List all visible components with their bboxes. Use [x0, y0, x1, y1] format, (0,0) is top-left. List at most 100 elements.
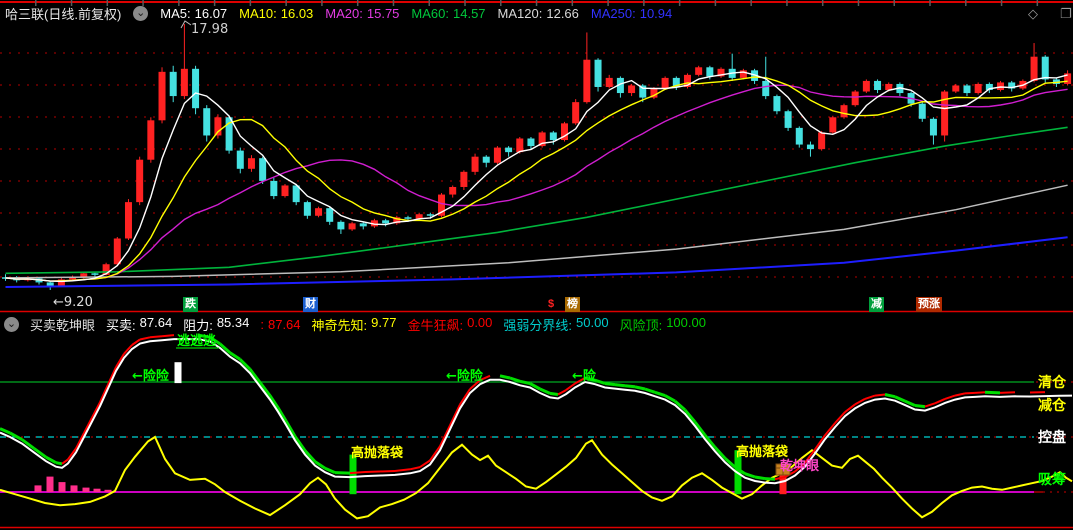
- candle: [359, 223, 367, 227]
- candle: [124, 202, 132, 239]
- trading-app-window: 17.98 ←9.20 逃逃逃 ←险险 ←险险 ←险 高抛落袋 高抛落袋 乾坤眼 清仓 减仓 控盘 吸筹…: [0, 0, 1073, 530]
- svg-text:高抛落袋: 高抛落袋: [736, 444, 789, 460]
- candle: [303, 202, 311, 216]
- candle: [628, 85, 636, 94]
- candle: [337, 221, 345, 230]
- candle: [169, 71, 177, 97]
- magic-prophet-value: 神奇先知: 9.77: [311, 315, 397, 333]
- candle: [482, 156, 490, 163]
- collapse-panel-icon[interactable]: ⌄: [133, 6, 149, 21]
- candle: [315, 208, 323, 216]
- tag-dollar[interactable]: $: [546, 297, 556, 312]
- svg-text:17.98: 17.98: [191, 22, 228, 37]
- resistance-value: 阻力: 85.34: [183, 315, 250, 333]
- collapse-indicator-icon[interactable]: ⌄: [4, 317, 19, 332]
- histogram-bar: [58, 482, 66, 492]
- ma60-value: MA60: 14.57: [411, 6, 486, 21]
- candle: [952, 85, 960, 92]
- candle: [136, 159, 144, 203]
- candle: [471, 156, 479, 172]
- stock-title: 哈三联(日线.前复权): [5, 7, 122, 22]
- diamond-icon[interactable]: ◇: [1028, 6, 1038, 22]
- candle: [862, 80, 870, 92]
- candle: [449, 186, 457, 195]
- candle: [695, 67, 703, 75]
- svg-text:清仓: 清仓: [1038, 374, 1067, 391]
- svg-text:乾坤眼: 乾坤眼: [780, 458, 820, 474]
- candle: [270, 180, 278, 197]
- signal-bar: [174, 362, 182, 384]
- candle: [404, 217, 412, 219]
- candle: [516, 138, 524, 153]
- candle: [505, 147, 513, 153]
- candle: [874, 80, 882, 91]
- candle: [460, 171, 468, 187]
- candle: [773, 96, 781, 112]
- candle: [806, 144, 814, 150]
- candle: [941, 91, 949, 136]
- candle: [147, 120, 155, 160]
- candle: [974, 83, 982, 94]
- buysell-line: [0, 338, 1073, 485]
- tag-rank[interactable]: 榜: [565, 297, 580, 312]
- strength-divider-value: 强弱分界线: 50.00: [503, 315, 609, 333]
- candle: [247, 158, 255, 169]
- candle: [259, 158, 267, 181]
- histogram-bar: [104, 489, 112, 492]
- candle: [91, 273, 99, 275]
- candle: [605, 77, 613, 87]
- candle: [203, 108, 211, 136]
- candle: [1030, 56, 1038, 81]
- candle: [706, 67, 714, 77]
- candle: [583, 59, 591, 103]
- candle: [326, 208, 334, 222]
- tag-forecast-rise[interactable]: 预涨: [916, 297, 942, 312]
- candle: [426, 214, 434, 216]
- tag-finance[interactable]: 财: [303, 297, 318, 312]
- candle: [851, 91, 859, 106]
- ma20-value: MA20: 15.75: [325, 6, 400, 21]
- candle: [281, 185, 289, 197]
- ma5-value: MA5: 16.07: [160, 6, 228, 21]
- buy-sell-value: 买卖: 87.64: [106, 315, 173, 333]
- svg-text:逃逃逃: 逃逃逃: [177, 333, 217, 349]
- golden-bull-value: 金牛狂飙: 0.00: [407, 315, 493, 333]
- prophet-line: [0, 435, 1073, 520]
- indicator-panel-header: ⌄ 买卖乾坤眼 买卖: 87.64 阻力: 85.34 :87.64 神奇先知: 9.…: [4, 315, 706, 334]
- svg-text:高抛落袋: 高抛落袋: [351, 445, 404, 461]
- candle: [236, 150, 244, 169]
- ma-line-ma120: [5, 184, 1068, 279]
- risk-top-value: 风险顶: 100.00: [619, 315, 706, 333]
- histogram-bar: [82, 487, 90, 492]
- current-red-value: :87.64: [260, 317, 301, 332]
- ma250-value: MA250: 10.94: [590, 6, 673, 21]
- candle: [113, 238, 121, 265]
- tag-reduce[interactable]: 减: [869, 297, 884, 312]
- event-tag-band: 跌 财 $ 榜 减 预涨: [0, 297, 1073, 313]
- indicator-name: 买卖乾坤眼: [30, 318, 96, 333]
- candle: [829, 117, 837, 133]
- ma-line-ma60: [5, 126, 1068, 275]
- candle: [997, 82, 1005, 91]
- histogram-bar: [70, 485, 78, 492]
- window-icon[interactable]: ❐: [1060, 6, 1072, 22]
- candle: [549, 132, 557, 141]
- candle: [1041, 56, 1049, 80]
- tag-fall[interactable]: 跌: [183, 297, 198, 312]
- candle: [661, 77, 669, 89]
- svg-text:←险险: ←险险: [132, 368, 170, 384]
- ma-line-ma250: [5, 236, 1068, 288]
- candle: [348, 223, 356, 230]
- candle: [963, 85, 971, 94]
- candle: [840, 105, 848, 118]
- price-and-indicator-chart-canvas[interactable]: 17.98←9.20逃逃逃←险险 ←险险 ←险高抛落袋 高抛落袋乾坤眼清仓减仓控盘吸筹: [0, 0, 1073, 530]
- ma10-value: MA10: 16.03: [239, 6, 314, 21]
- candle: [818, 132, 826, 150]
- histogram-bar: [34, 485, 42, 492]
- candle: [784, 111, 792, 128]
- main-chart-header: 哈三联(日线.前复权) ⌄ MA5: 16.07 MA10: 16.03 MA20:…: [5, 4, 672, 23]
- svg-text:←险险: ←险险: [446, 368, 484, 384]
- candle: [158, 71, 166, 121]
- candle: [929, 118, 937, 136]
- candle: [572, 102, 580, 124]
